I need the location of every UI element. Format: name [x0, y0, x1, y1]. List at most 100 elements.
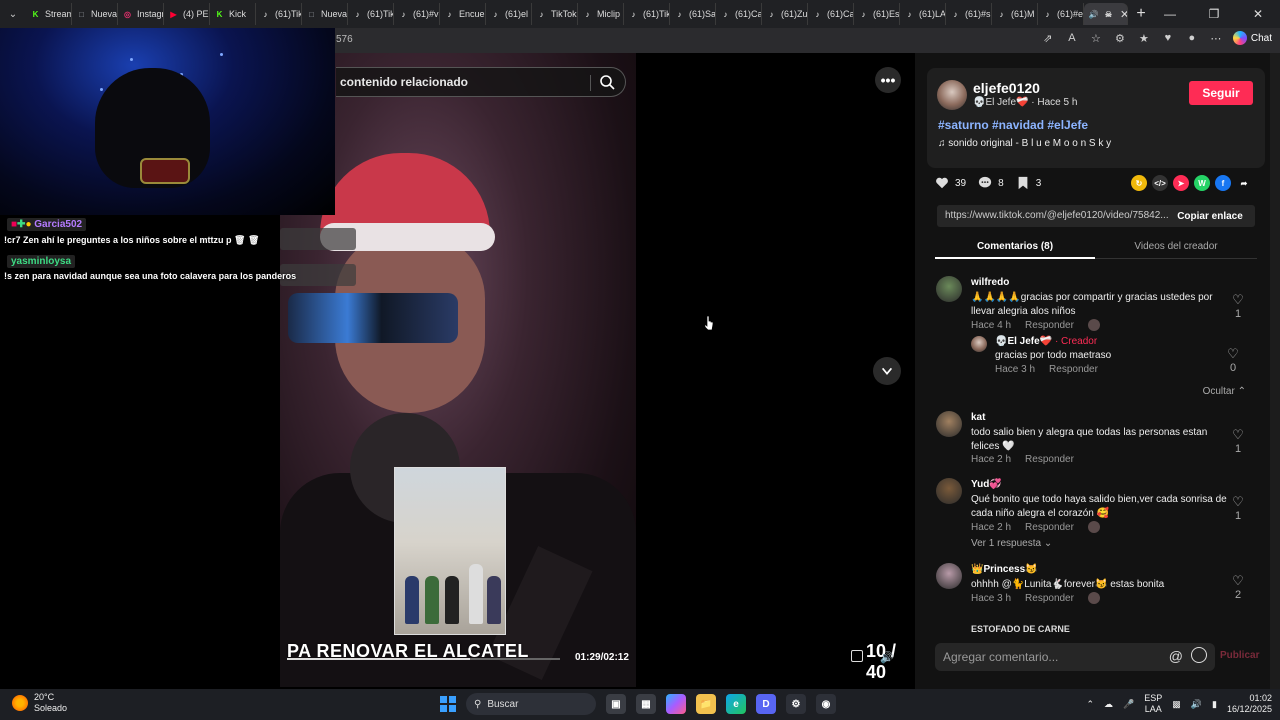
browser-tab[interactable]: ♪ Encue	[440, 3, 486, 25]
share-arrow-icon[interactable]: ➦	[1236, 175, 1252, 191]
browser-tab[interactable]: K Kick	[210, 3, 256, 25]
hide-replies-button[interactable]: Ocultar ⌃	[1203, 386, 1246, 397]
network-icon[interactable]: ▩	[1172, 699, 1181, 710]
search-icon[interactable]	[599, 74, 615, 90]
video-progress-bar[interactable]	[287, 658, 560, 660]
browser-tab[interactable]: ♪ (61)M	[992, 3, 1038, 25]
facebook-icon[interactable]: f	[1215, 175, 1231, 191]
view-replies-button[interactable]: Ver 1 respuesta ⌄	[971, 538, 1052, 549]
browser-tab[interactable]: ♪ (61)Tik	[348, 3, 394, 25]
comment-like[interactable]: ♡ 1	[1228, 292, 1248, 320]
profile-avatar-icon[interactable]: ●	[1185, 31, 1199, 45]
browser-tab[interactable]: ♪ (61)Tik	[256, 3, 302, 25]
related-search-bar[interactable]: contenido relacionado	[336, 67, 626, 97]
creator-avatar[interactable]	[937, 80, 967, 110]
copilot-chat-button[interactable]: Chat	[1232, 31, 1272, 45]
comment-like[interactable]: ♡ 1	[1228, 427, 1248, 455]
commenter-name[interactable]: kat	[971, 412, 985, 423]
open-in-app-icon[interactable]: ⇗	[1041, 31, 1055, 45]
reply-author-name[interactable]: 💀El Jefe❤️‍🩹	[995, 336, 1052, 347]
repost-icon[interactable]: ↻	[1131, 175, 1147, 191]
active-browser-tab[interactable]: 🔊 ☠ ✕	[1084, 3, 1128, 25]
file-explorer-icon[interactable]: 📁	[696, 694, 716, 714]
mic-icon[interactable]: 🎤	[1123, 699, 1134, 710]
next-video-chevron-icon[interactable]	[873, 357, 901, 385]
volume-icon[interactable]: 🔊	[880, 651, 894, 664]
reply-button[interactable]: Responder	[1025, 593, 1074, 604]
embed-icon[interactable]: </>	[1152, 175, 1168, 191]
clock[interactable]: 01:02 16/12/2025	[1227, 693, 1272, 715]
comment-like[interactable]: ♡ 2	[1228, 573, 1248, 601]
language-indicator[interactable]: ESP LAA	[1144, 693, 1162, 715]
reply-avatar[interactable]	[971, 336, 987, 352]
discord-icon[interactable]: D	[756, 694, 776, 714]
video-link[interactable]: https://www.tiktok.com/@eljefe0120/video…	[945, 210, 1171, 221]
commenter-name[interactable]: wilfredo	[971, 277, 1009, 288]
comment-like[interactable]: ♡ 1	[1228, 494, 1248, 522]
browser-tab[interactable]: ♪ (61)Sa	[670, 3, 716, 25]
creator-handle[interactable]: eljefe0120	[973, 80, 1040, 96]
floating-player-icon[interactable]	[851, 650, 863, 662]
comment-composer[interactable]: Agregar comentario... @	[935, 643, 1215, 671]
browser-tab[interactable]: ♪ (61)LA	[900, 3, 946, 25]
more-options-icon[interactable]: •••	[875, 67, 901, 93]
tab-comments[interactable]: Comentarios (8)	[935, 241, 1095, 252]
copy-link-button[interactable]: Copiar enlace	[1165, 205, 1255, 227]
volume-tray-icon[interactable]: 🔊	[1191, 699, 1202, 710]
taskbar-search[interactable]: ⚲ Buscar	[466, 693, 596, 715]
tab-list-chevron-icon[interactable]: ⌄	[0, 0, 26, 28]
copilot-app-icon[interactable]	[666, 694, 686, 714]
minimize-icon[interactable]: —	[1148, 0, 1192, 28]
comment-action[interactable]: 8	[978, 176, 1004, 190]
commenter-avatar[interactable]	[936, 478, 962, 504]
obs-icon[interactable]: ◉	[816, 694, 836, 714]
comment-input-placeholder[interactable]: Agregar comentario...	[943, 650, 1058, 664]
reply-reply-button[interactable]: Responder	[1049, 364, 1098, 375]
favorite-star-icon[interactable]: ☆	[1089, 31, 1103, 45]
speaker-icon[interactable]: 🔊	[1088, 9, 1099, 20]
save-action[interactable]: 3	[1016, 176, 1041, 190]
tab-creator-videos[interactable]: Videos del creador	[1096, 241, 1256, 252]
extensions-icon[interactable]: ⚙	[1113, 31, 1127, 45]
browser-tab[interactable]: K Stream	[26, 3, 72, 25]
browser-tab[interactable]: □ Nueva	[302, 3, 348, 25]
edge-icon[interactable]: e	[726, 694, 746, 714]
like-action[interactable]: 39	[935, 176, 966, 190]
store-icon[interactable]: ▦	[636, 694, 656, 714]
task-view-icon[interactable]: ▣	[606, 694, 626, 714]
browser-essentials-icon[interactable]: ♥	[1161, 31, 1175, 45]
hashtags[interactable]: #saturno #navidad #elJefe	[938, 118, 1088, 132]
weather-widget[interactable]: 20°C Soleado	[12, 692, 67, 714]
mention-icon[interactable]: @	[1169, 648, 1183, 664]
send-icon[interactable]: ➤	[1173, 175, 1189, 191]
browser-tab[interactable]: ♪ TikTok	[532, 3, 578, 25]
browser-tab[interactable]: ♪ (61)Es	[854, 3, 900, 25]
reply-button[interactable]: Responder	[1025, 320, 1074, 331]
url-text[interactable]: 576	[336, 34, 353, 45]
restore-icon[interactable]: ❐	[1192, 0, 1236, 28]
browser-tab[interactable]: ♪ (61)Ca	[808, 3, 854, 25]
browser-tab[interactable]: ♪ (61)el	[486, 3, 532, 25]
browser-tab[interactable]: ♪ (61)#e	[1038, 3, 1084, 25]
browser-tab[interactable]: ♪ Miclip	[578, 3, 624, 25]
reply-button[interactable]: Responder	[1025, 454, 1074, 465]
commenter-name[interactable]: 👑Princess😼	[971, 564, 1038, 575]
app-icon[interactable]: ⚙	[786, 694, 806, 714]
favorites-icon[interactable]: ★	[1137, 31, 1151, 45]
emoji-icon[interactable]	[1191, 647, 1207, 663]
reply-like[interactable]: ♡ 0	[1223, 346, 1243, 374]
browser-tab[interactable]: ♪ (61)#v	[394, 3, 440, 25]
battery-icon[interactable]: ▮	[1212, 699, 1217, 710]
whatsapp-icon[interactable]: W	[1194, 175, 1210, 191]
browser-tab[interactable]: ♪ (61)Ca	[716, 3, 762, 25]
browser-tab[interactable]: ▶ (4) PER	[164, 3, 210, 25]
tray-chevron-icon[interactable]: ⌃	[1086, 699, 1094, 710]
browser-tab[interactable]: ♪ (61)Zu	[762, 3, 808, 25]
commenter-avatar[interactable]	[936, 411, 962, 437]
panel-scrollbar[interactable]	[1270, 53, 1280, 689]
more-menu-icon[interactable]: ⋯	[1209, 31, 1223, 45]
music-line[interactable]: ♫ sonido original - B l u e M o o n S k …	[938, 138, 1111, 149]
close-window-icon[interactable]: ✕	[1236, 0, 1280, 28]
follow-button[interactable]: Seguir	[1189, 81, 1253, 105]
browser-tab[interactable]: ♪ (61)Tik	[624, 3, 670, 25]
